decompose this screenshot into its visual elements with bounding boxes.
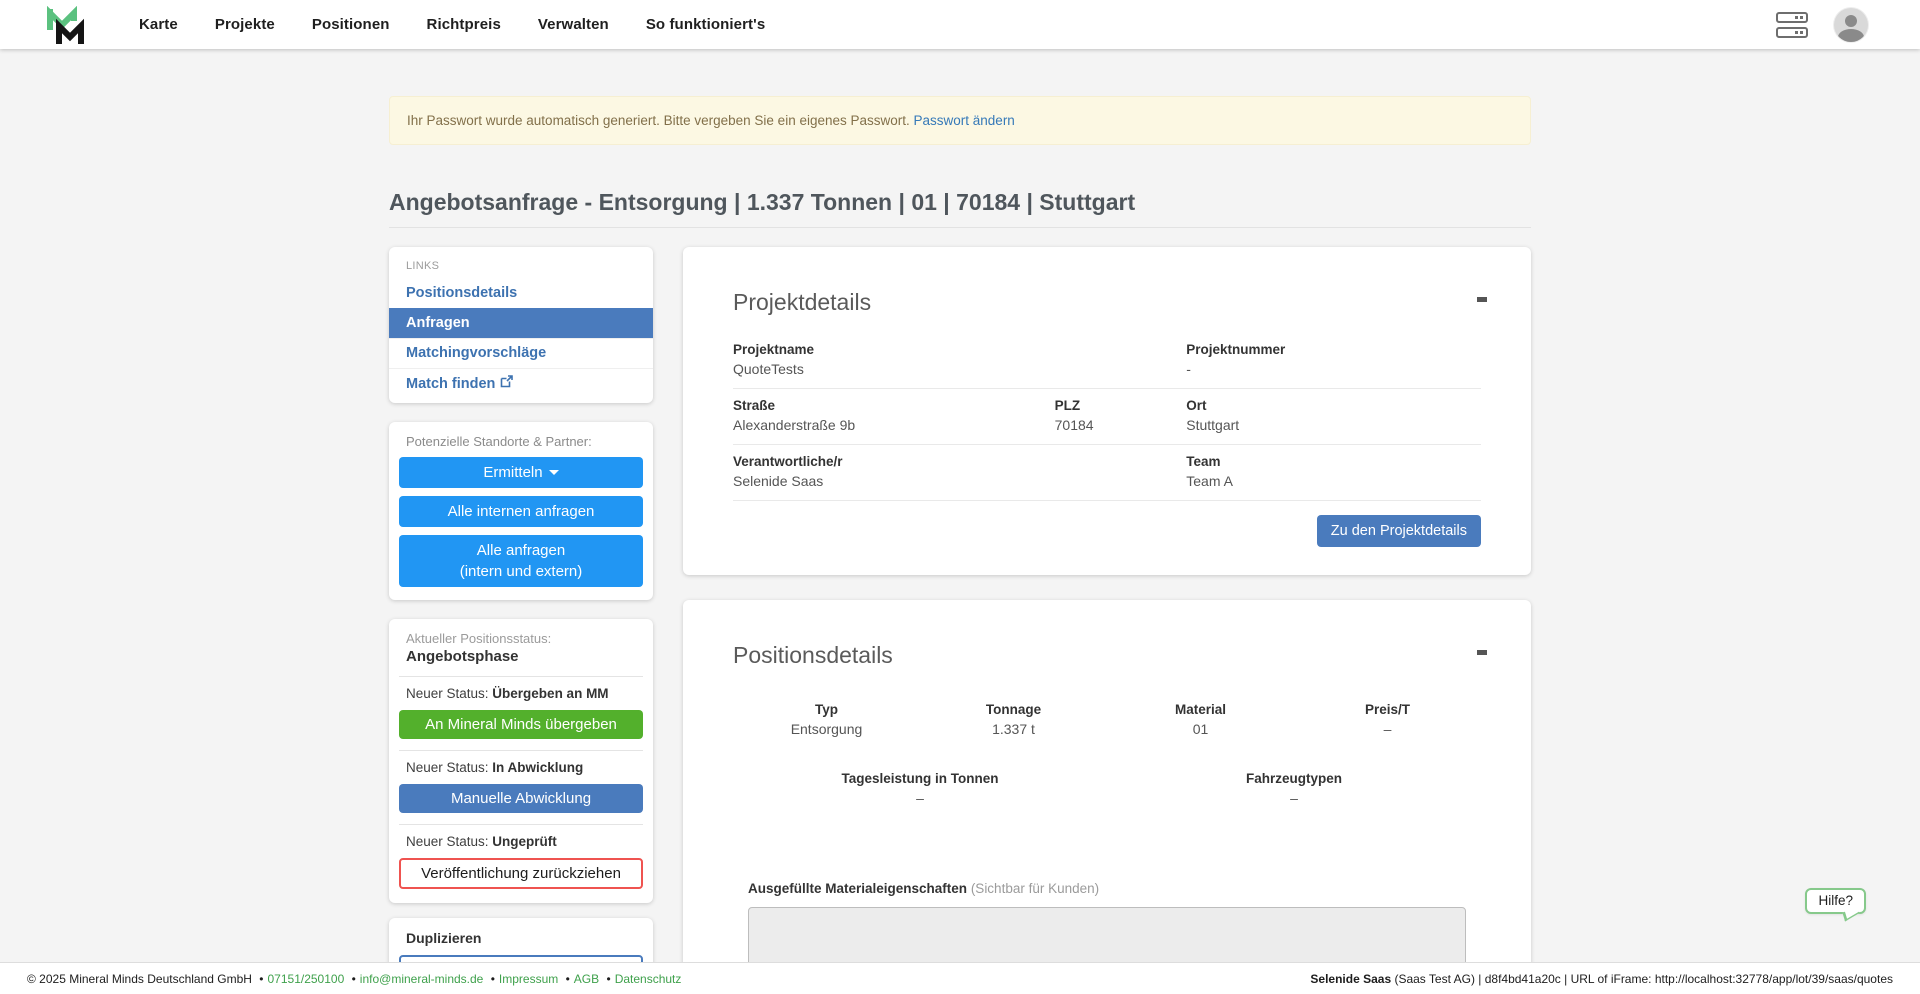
project-card-title: Projektdetails <box>733 289 1481 316</box>
footer-session-details: (Saas Test AG) | d8f4bd41a20c | URL of i… <box>1391 972 1893 986</box>
stat-typ: Typ Entsorgung <box>733 702 920 737</box>
user-avatar[interactable] <box>1834 8 1868 42</box>
links-panel: LINKS Positionsdetails Anfragen Matching… <box>389 247 653 403</box>
project-fields: Projektname QuoteTests Projektnummer - S… <box>733 342 1481 501</box>
content-row: LINKS Positionsdetails Anfragen Matching… <box>389 247 1531 994</box>
stat-preis: Preis/T – <box>1294 702 1481 737</box>
sidebar-link-anfragen[interactable]: Anfragen <box>389 308 653 338</box>
alle-internen-anfragen-button[interactable]: Alle internen anfragen <box>399 496 643 527</box>
server-icon[interactable] <box>1776 12 1808 38</box>
duplicate-panel-header: Duplizieren <box>399 930 643 949</box>
footer-datenschutz-link[interactable]: Datenschutz <box>615 972 682 986</box>
material-properties-label-row: Ausgefüllte Materialeigenschaften (Sicht… <box>748 880 1466 898</box>
nav-item-projekte[interactable]: Projekte <box>215 16 275 33</box>
dropdown-caret-icon <box>549 470 559 475</box>
sidebar-link-match-finden[interactable]: Match finden <box>389 368 653 399</box>
external-link-icon <box>500 375 513 392</box>
field-ort: Ort Stuttgart <box>1186 398 1481 433</box>
footer-phone-link[interactable]: 07151/250100 <box>268 972 345 986</box>
field-verantwortlich: Verantwortliche/r Selenide Saas <box>733 454 1055 489</box>
mineral-minds-logo-icon[interactable] <box>45 6 87 44</box>
password-alert-text: Ihr Passwort wurde automatisch generiert… <box>407 113 914 128</box>
match-finden-label: Match finden <box>406 376 495 392</box>
spacer <box>1055 454 1187 489</box>
main-menu: Karte Projekte Positionen Richtpreis Ver… <box>139 16 765 34</box>
navbar-left: Karte Projekte Positionen Richtpreis Ver… <box>45 6 765 44</box>
project-details-card: Projektdetails Projektname QuoteTests Pr… <box>683 247 1531 575</box>
new-status-line-2: Neuer Status: In Abwicklung <box>399 760 643 777</box>
sidebar-link-positionsdetails[interactable]: Positionsdetails <box>389 279 653 308</box>
project-row-2: Straße Alexanderstraße 9b PLZ 70184 Ort … <box>733 389 1481 445</box>
stat-material: Material 01 <box>1107 702 1294 737</box>
footer-copyright: © 2025 Mineral Minds Deutschland GmbH <box>27 972 252 986</box>
page-container: Ihr Passwort wurde automatisch generiert… <box>389 96 1531 994</box>
nav-item-karte[interactable]: Karte <box>139 16 178 33</box>
sidebar-link-matchingvorschlaege[interactable]: Matchingvorschläge <box>389 338 653 368</box>
alle-anfragen-line2: (intern und extern) <box>403 561 639 582</box>
partners-panel-label: Potenzielle Standorte & Partner: <box>399 434 643 449</box>
footer-user-name: Selenide Saas <box>1310 972 1391 986</box>
footer-agb-link[interactable]: AGB <box>574 972 599 986</box>
field-plz: PLZ 70184 <box>1055 398 1187 433</box>
current-status-label: Aktueller Positionsstatus: <box>399 631 643 646</box>
help-button[interactable]: Hilfe? <box>1805 888 1866 914</box>
stat-fahrzeugtypen: Fahrzeugtypen – <box>1107 771 1481 806</box>
project-row-3: Verantwortliche/r Selenide Saas Team Tea… <box>733 445 1481 501</box>
position-details-card: Positionsdetails Typ Entsorgung Tonnage … <box>683 600 1531 994</box>
new-status-line-1: Neuer Status: Übergeben an MM <box>399 686 643 703</box>
main-column: Projektdetails Projektname QuoteTests Pr… <box>683 247 1531 994</box>
links-panel-header: LINKS <box>389 256 653 279</box>
field-strasse: Straße Alexanderstraße 9b <box>733 398 1055 433</box>
ermitteln-label: Ermitteln <box>483 464 542 481</box>
footer-session-info: Selenide Saas (Saas Test AG) | d8f4bd41a… <box>1310 972 1893 986</box>
stat-tagesleistung: Tagesleistung in Tonnen – <box>733 771 1107 806</box>
footer-impressum-link[interactable]: Impressum <box>499 972 558 986</box>
navbar-right <box>1776 8 1868 42</box>
material-properties-label: Ausgefüllte Materialeigenschaften <box>748 881 971 896</box>
field-projektnummer: Projektnummer - <box>1186 342 1481 377</box>
sidebar: LINKS Positionsdetails Anfragen Matching… <box>389 247 653 994</box>
spacer <box>1055 342 1187 377</box>
position-card-title: Positionsdetails <box>733 642 1481 669</box>
stat-tonnage: Tonnage 1.337 t <box>920 702 1107 737</box>
partners-panel: Potenzielle Standorte & Partner: Ermitte… <box>389 422 653 600</box>
current-status-value: Angebotsphase <box>399 646 643 665</box>
footer-email-link[interactable]: info@mineral-minds.de <box>360 972 484 986</box>
material-properties-hint: (Sichtbar für Kunden) <box>971 881 1099 896</box>
top-navbar: Karte Projekte Positionen Richtpreis Ver… <box>0 0 1920 49</box>
field-team: Team Team A <box>1186 454 1481 489</box>
alle-anfragen-button[interactable]: Alle anfragen (intern und extern) <box>399 535 643 587</box>
uebergeben-an-mm-button[interactable]: An Mineral Minds übergeben <box>399 710 643 739</box>
divider <box>399 824 643 825</box>
collapse-minus-icon[interactable] <box>1477 297 1487 302</box>
zu-den-projektdetails-button[interactable]: Zu den Projektdetails <box>1317 515 1481 547</box>
nav-item-so-funktionierts[interactable]: So funktioniert's <box>646 16 765 33</box>
alle-anfragen-line1: Alle anfragen <box>477 542 565 559</box>
nav-item-richtpreis[interactable]: Richtpreis <box>427 16 501 33</box>
new-status-line-3: Neuer Status: Ungeprüft <box>399 834 643 851</box>
help-button-label: Hilfe? <box>1818 893 1853 908</box>
divider <box>399 676 643 677</box>
field-projektname: Projektname QuoteTests <box>733 342 1055 377</box>
password-alert: Ihr Passwort wurde automatisch generiert… <box>389 96 1531 145</box>
footer: © 2025 Mineral Minds Deutschland GmbH •0… <box>0 962 1920 994</box>
ermitteln-dropdown-button[interactable]: Ermitteln <box>399 457 643 488</box>
nav-item-positionen[interactable]: Positionen <box>312 16 390 33</box>
collapse-minus-icon[interactable] <box>1477 650 1487 655</box>
project-row-1: Projektname QuoteTests Projektnummer - <box>733 342 1481 389</box>
veroeffentlichung-zurueckziehen-button[interactable]: Veröffentlichung zurückziehen <box>399 858 643 889</box>
password-change-link[interactable]: Passwort ändern <box>914 113 1015 128</box>
divider <box>399 750 643 751</box>
position-stats-row: Typ Entsorgung Tonnage 1.337 t Material … <box>733 702 1481 737</box>
project-card-actions: Zu den Projektdetails <box>733 515 1481 547</box>
footer-left: © 2025 Mineral Minds Deutschland GmbH •0… <box>27 972 681 986</box>
page-title: Angebotsanfrage - Entsorgung | 1.337 Ton… <box>389 189 1531 228</box>
position-stats-row-2: Tagesleistung in Tonnen – Fahrzeugtypen … <box>733 771 1481 806</box>
status-panel: Aktueller Positionsstatus: Angebotsphase… <box>389 619 653 903</box>
nav-item-verwalten[interactable]: Verwalten <box>538 16 609 33</box>
manuelle-abwicklung-button[interactable]: Manuelle Abwicklung <box>399 784 643 813</box>
